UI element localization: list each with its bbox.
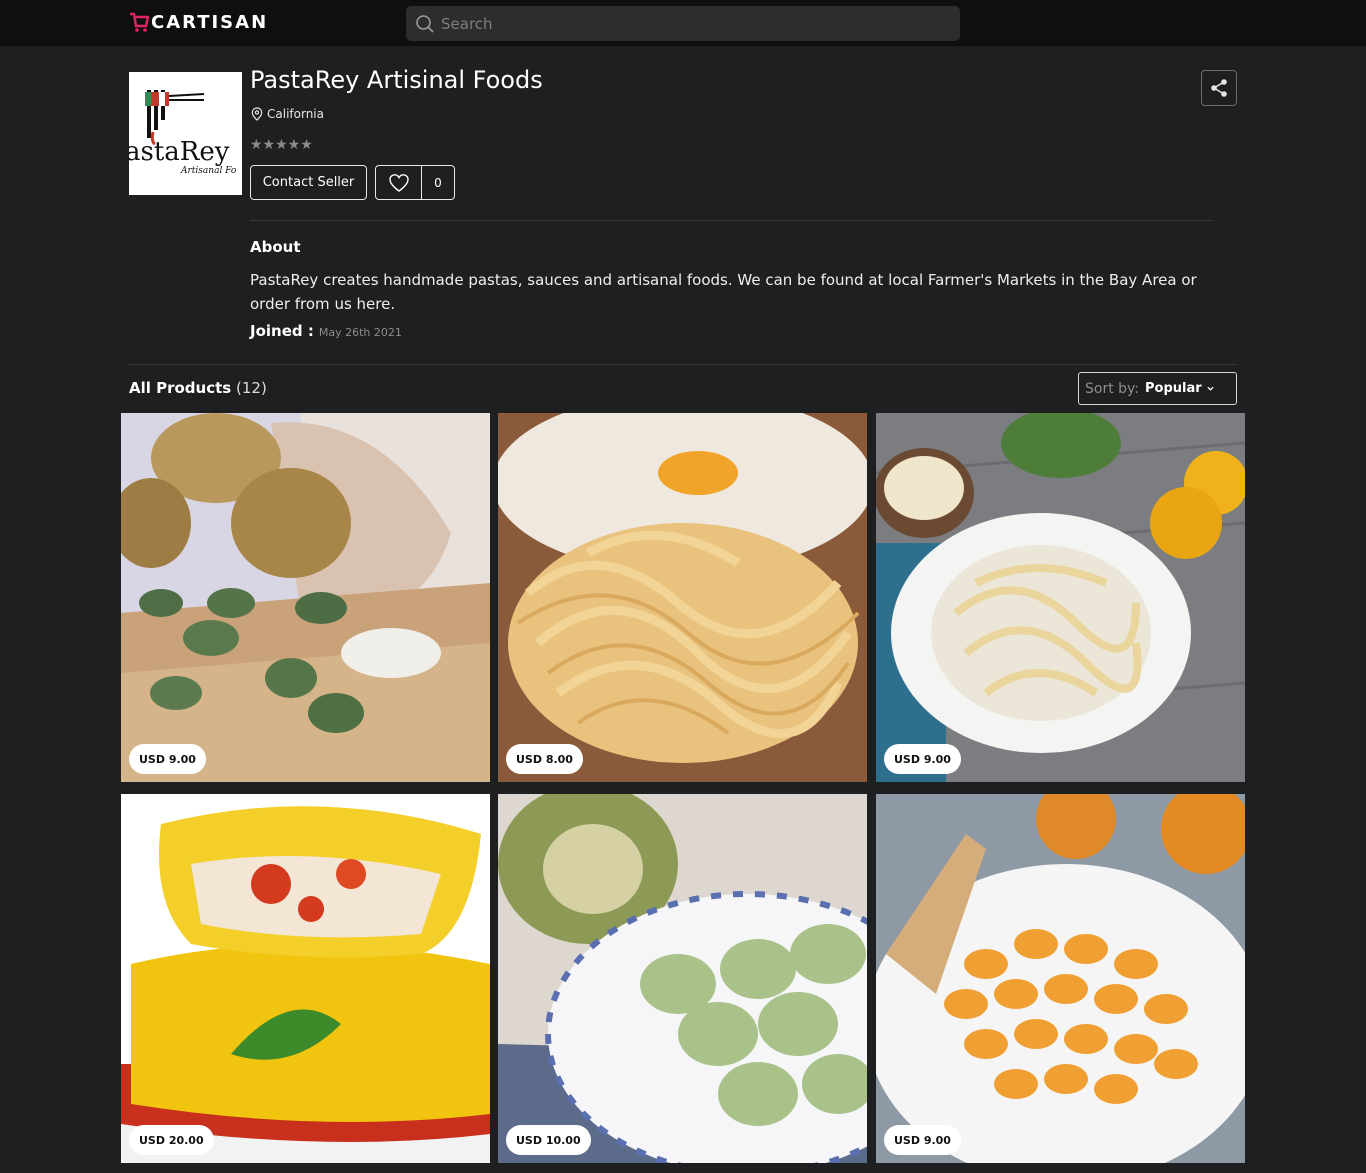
product-price: USD 8.00	[506, 744, 583, 774]
favorite-group: 0	[375, 165, 455, 200]
search-input[interactable]	[441, 14, 941, 33]
product-card[interactable]: USD 10.00	[498, 794, 867, 1163]
product-image	[876, 794, 1245, 1163]
products-count: (12)	[236, 379, 267, 397]
product-price: USD 20.00	[129, 1125, 214, 1155]
store-name: PastaRey Artisinal Foods	[250, 66, 543, 94]
favorite-count: 0	[434, 175, 442, 190]
contact-seller-button[interactable]: Contact Seller	[250, 165, 367, 200]
product-price: USD 9.00	[884, 744, 961, 774]
joined-date: May 26th 2021	[318, 326, 402, 339]
product-image	[121, 413, 490, 782]
chevron-down-icon	[1207, 386, 1214, 391]
favorite-button[interactable]	[376, 166, 422, 199]
product-card[interactable]: USD 9.00	[876, 413, 1245, 782]
svg-text:astaRey: astaRey	[129, 137, 230, 167]
location-pin-icon	[251, 107, 263, 121]
joined-info: Joined : May 26th 2021	[250, 322, 402, 340]
heart-icon	[388, 173, 409, 192]
store-logo: astaRey Artisanal Fo	[129, 72, 242, 195]
sort-dropdown[interactable]: Sort by: Popular	[1078, 372, 1237, 405]
product-price: USD 9.00	[129, 744, 206, 774]
about-text: PastaRey creates handmade pastas, sauces…	[250, 271, 1197, 313]
pastarey-logo-image: astaRey Artisanal Fo	[129, 72, 242, 195]
divider	[129, 364, 1237, 365]
divider	[250, 220, 1213, 221]
sort-label: Sort by:	[1085, 380, 1140, 397]
about-heading: About	[250, 238, 301, 256]
product-image	[498, 794, 867, 1163]
products-heading-label: All Products	[129, 379, 232, 397]
sort-value: Popular	[1145, 381, 1202, 396]
share-button[interactable]	[1201, 70, 1237, 106]
svg-text:Artisanal Fo: Artisanal Fo	[180, 166, 237, 176]
products-heading: All Products (12)	[129, 379, 267, 397]
product-price: USD 10.00	[506, 1125, 591, 1155]
top-navbar: CARTISAN	[0, 0, 1366, 46]
store-location: California	[251, 107, 324, 121]
location-text: California	[267, 107, 324, 121]
product-price: USD 9.00	[884, 1125, 961, 1155]
share-icon	[1211, 79, 1227, 97]
search-bar[interactable]	[406, 6, 960, 41]
product-card[interactable]: USD 8.00	[498, 413, 867, 782]
product-image	[121, 794, 490, 1163]
product-card[interactable]: USD 9.00	[121, 413, 490, 782]
joined-label: Joined :	[250, 322, 314, 340]
brand-name: CARTISAN	[151, 11, 269, 33]
search-icon	[416, 14, 434, 33]
product-card[interactable]: USD 20.00	[121, 794, 490, 1163]
cart-icon	[130, 12, 149, 32]
brand-logo[interactable]: CARTISAN	[129, 9, 268, 35]
product-card[interactable]: USD 9.00	[876, 794, 1245, 1163]
product-image	[498, 413, 867, 782]
product-image	[876, 413, 1245, 782]
rating-stars: ★★★★★	[250, 137, 313, 153]
